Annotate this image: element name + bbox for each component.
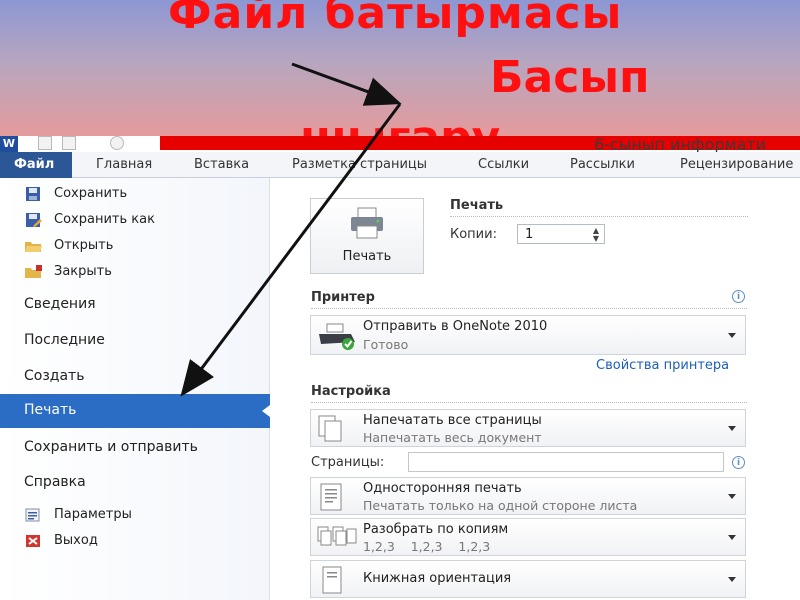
chevron-down-icon [728, 426, 736, 431]
word-app-icon[interactable]: W [0, 136, 18, 152]
copies-value: 1 [525, 227, 534, 242]
sidebar-item-save-send[interactable]: Сохранить и отправить [24, 439, 198, 455]
sidebar-item-print[interactable]: Печать [0, 394, 270, 428]
sidebar-item-label: Параметры [54, 507, 132, 522]
printer-section-title: Принтер [311, 290, 375, 305]
print-button-label: Печать [342, 249, 392, 264]
chevron-down-icon [728, 577, 736, 582]
qat-save-icon[interactable] [38, 136, 52, 150]
close-folder-icon [25, 264, 42, 278]
qat-undo-icon[interactable] [62, 136, 76, 150]
tab-file[interactable]: Файл [0, 152, 72, 178]
sidebar-item-open[interactable]: Открыть [24, 238, 113, 253]
orientation-dropdown[interactable]: Книжная ориентация [310, 560, 746, 598]
copies-label: Копии: [450, 227, 497, 242]
save-icon [26, 186, 40, 201]
one-sided-icon [320, 483, 342, 511]
sidebar-item-label: Печать [24, 402, 77, 418]
sides-dropdown[interactable]: Односторонняя печать Печатать только на … [310, 477, 746, 515]
sidebar-item-new[interactable]: Создать [24, 368, 84, 384]
printer-device-icon [319, 323, 355, 350]
print-button[interactable]: Печать [310, 198, 424, 274]
collate-subtitle: 1,2,3 1,2,3 1,2,3 [363, 539, 491, 554]
slide-banner: Файл батырмасы Басып шығару [0, 0, 800, 140]
quick-access-toolbar: W [0, 130, 160, 154]
all-pages-icon [318, 415, 342, 442]
tab-home[interactable]: Главная [96, 157, 152, 172]
printer-status: Готово [363, 337, 409, 352]
printer-dropdown[interactable]: Отправить в OneNote 2010 Готово [310, 315, 746, 355]
collate-title: Разобрать по копиям [363, 522, 509, 537]
sidebar-item-label: Сохранить [54, 186, 128, 201]
sidebar-item-save-as[interactable]: Сохранить как [24, 212, 155, 227]
print-range-subtitle: Напечатать весь документ [363, 430, 542, 445]
chevron-down-icon [728, 535, 736, 540]
printer-name: Отправить в OneNote 2010 [363, 319, 548, 334]
printer-icon [351, 207, 383, 239]
sidebar-item-close[interactable]: Закрыть [24, 264, 112, 279]
sidebar-item-options[interactable]: Параметры [24, 507, 132, 522]
ribbon-tabs: Файл Главная Вставка Разметка страницы С… [0, 152, 800, 178]
sidebar-item-recent[interactable]: Последние [24, 332, 105, 348]
section-divider [311, 308, 747, 309]
orientation-title: Книжная ориентация [363, 571, 512, 586]
sidebar-item-label: Выход [54, 533, 98, 548]
sides-subtitle: Печатать только на одной стороне листа [363, 498, 638, 513]
sidebar-item-info[interactable]: Сведения [24, 296, 96, 312]
pages-info-icon[interactable]: i [732, 456, 745, 469]
tab-review[interactable]: Рецензирование [680, 157, 793, 172]
copies-stepper[interactable]: 1 ▲ ▼ [517, 224, 605, 244]
sidebar-item-label: Открыть [54, 238, 114, 253]
section-divider [450, 216, 748, 217]
print-range-dropdown[interactable]: Напечатать все страницы Напечатать весь … [310, 409, 746, 447]
open-folder-icon [25, 241, 42, 252]
slide-title-line-2: Басып [490, 52, 650, 103]
print-range-title: Напечатать все страницы [363, 413, 542, 428]
qat-redo-icon[interactable] [110, 136, 124, 150]
chevron-down-icon [728, 333, 736, 338]
tab-page-layout[interactable]: Разметка страницы [292, 157, 427, 172]
tab-references[interactable]: Ссылки [478, 157, 529, 172]
sidebar-item-label: Закрыть [54, 264, 112, 279]
tab-mailings[interactable]: Рассылки [570, 157, 635, 172]
options-icon [25, 508, 40, 521]
exit-icon [26, 534, 40, 547]
printer-info-icon[interactable]: i [732, 290, 745, 303]
chevron-down-icon [728, 494, 736, 499]
sidebar-item-label: Сохранить как [54, 212, 155, 227]
pages-label: Страницы: [311, 455, 385, 470]
sides-title: Односторонняя печать [363, 481, 522, 496]
section-divider [311, 402, 747, 403]
tab-insert[interactable]: Вставка [194, 157, 249, 172]
collate-icon [317, 526, 357, 546]
active-pointer-icon [262, 405, 270, 417]
sidebar-item-save[interactable]: Сохранить [24, 186, 127, 201]
pages-input[interactable] [408, 452, 724, 472]
collate-dropdown[interactable]: Разобрать по копиям 1,2,3 1,2,3 1,2,3 [310, 518, 746, 556]
print-section-title: Печать [450, 198, 504, 213]
stepper-arrows-icon[interactable]: ▲ ▼ [591, 227, 601, 243]
portrait-page-icon [322, 566, 342, 594]
sidebar-item-help[interactable]: Справка [24, 474, 86, 490]
slide-title-line-1: Файл батырмасы [168, 0, 623, 39]
settings-section-title: Настройка [311, 384, 391, 399]
sidebar-item-exit[interactable]: Выход [24, 533, 98, 548]
printer-properties-link[interactable]: Свойства принтера [596, 358, 729, 373]
save-as-icon [26, 212, 42, 227]
